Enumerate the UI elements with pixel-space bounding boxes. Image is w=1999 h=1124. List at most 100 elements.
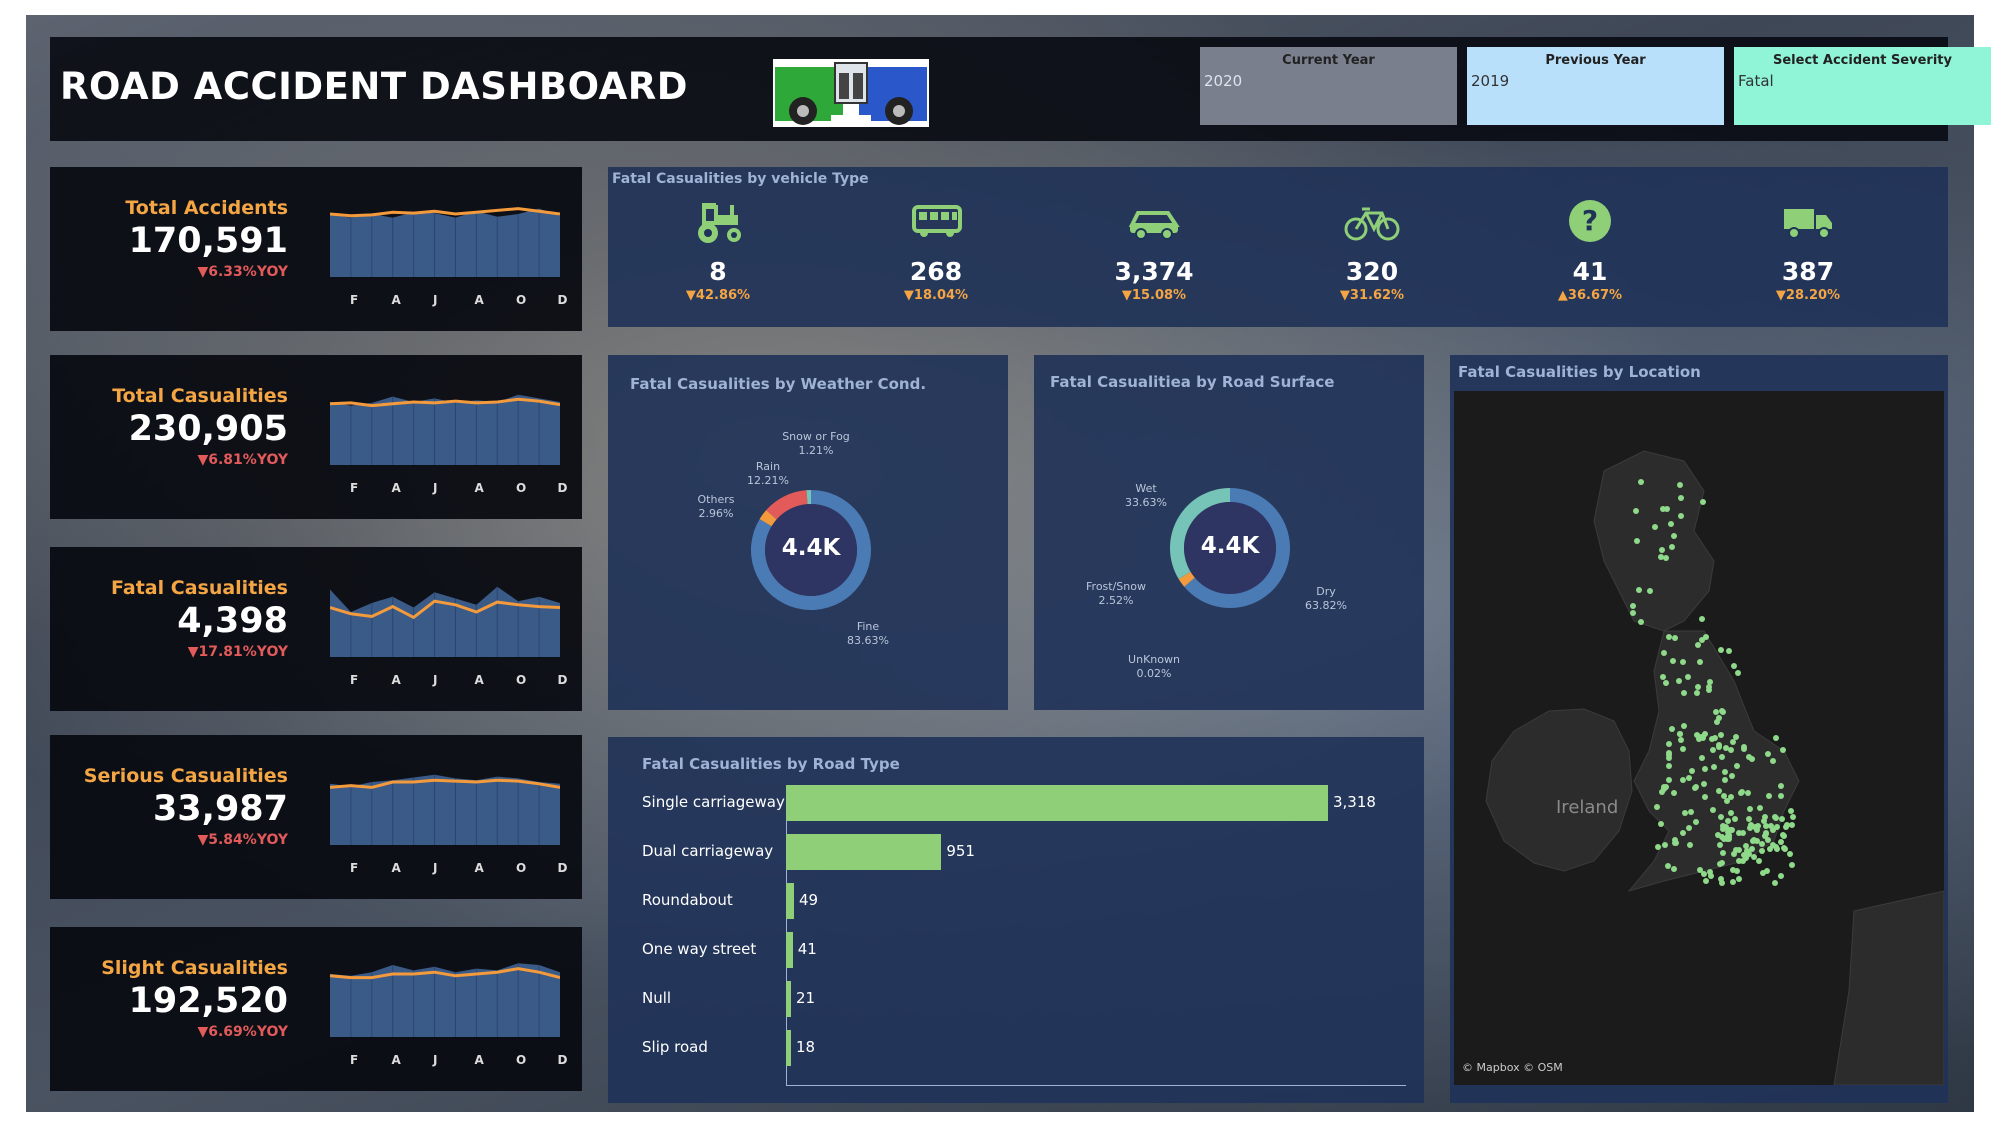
- month-label: F: [350, 481, 359, 495]
- kpi-yoy: ▼17.81%YOY: [187, 644, 288, 660]
- road-type-bar[interactable]: [786, 785, 1328, 821]
- road-type-value: 49: [799, 891, 819, 909]
- map-canvas[interactable]: Ireland © Mapbox © OSM: [1454, 391, 1944, 1085]
- location-map-title: Fatal Casualities by Location: [1458, 363, 1701, 381]
- month-label: A: [474, 293, 484, 307]
- map-point: [1660, 649, 1667, 656]
- month-label: A: [391, 481, 401, 495]
- month-label: J: [433, 481, 438, 495]
- kpi-text: Serious Casualities 33,987 ▼5.84%YOY: [84, 765, 288, 848]
- map-point: [1759, 869, 1766, 876]
- map-point: [1788, 862, 1795, 869]
- month-label: D: [557, 293, 568, 307]
- month-label: A: [391, 1053, 401, 1067]
- bicycle-icon: [1344, 207, 1400, 241]
- road-type-value: 21: [796, 989, 816, 1007]
- current-year-filter[interactable]: Current Year 2020: [1200, 47, 1457, 125]
- weather-label-snow: Snow or Fog 1.21%: [782, 430, 850, 457]
- previous-year-filter[interactable]: Previous Year 2019: [1467, 47, 1724, 125]
- month-label: D: [557, 861, 568, 875]
- map-point: [1708, 735, 1715, 742]
- kpi-text: Total Casualities 230,905 ▼6.81%YOY: [112, 385, 288, 468]
- map-point: [1680, 776, 1687, 783]
- month-label: O: [516, 293, 527, 307]
- map-point: [1740, 745, 1747, 752]
- map-point: [1633, 537, 1640, 544]
- weather-center-value: 4.4K: [781, 535, 841, 561]
- kpi-label: Total Casualities: [112, 385, 288, 407]
- map-point: [1684, 673, 1691, 680]
- weather-label-rain: Rain 12.21%: [747, 460, 789, 487]
- map-point: [1671, 532, 1678, 539]
- kpi-card-total-casualities: Total Casualities 230,905 ▼6.81%YOY F A J A O D: [50, 355, 582, 519]
- vehicle-change: ▼15.08%: [1121, 288, 1187, 303]
- filter-label: Current Year: [1282, 53, 1375, 68]
- kpi-label: Slight Casualities: [101, 957, 288, 979]
- road-type-label: Slip road: [642, 1038, 708, 1056]
- vehicle-change: ▼28.20%: [1775, 288, 1841, 303]
- map-point: [1652, 523, 1659, 530]
- map-point: [1664, 863, 1671, 870]
- kpi-sparkline: [330, 207, 560, 277]
- map-credit: © Mapbox © OSM: [1462, 1061, 1563, 1074]
- vehicle-value: 387: [1781, 257, 1835, 286]
- map-point: [1661, 783, 1668, 790]
- truck-icon: [1784, 209, 1832, 239]
- month-label: J: [433, 673, 438, 687]
- map-point: [1772, 815, 1779, 822]
- map-point: [1646, 588, 1653, 595]
- road-type-bar[interactable]: [786, 1030, 791, 1066]
- road-type-label: Null: [642, 989, 672, 1007]
- month-label: O: [516, 1053, 527, 1067]
- kpi-yoy: ▼6.69%YOY: [197, 1024, 288, 1040]
- map-point: [1665, 741, 1672, 748]
- map-point: [1670, 865, 1677, 872]
- vehicle-type-panel: Fatal Casualities by vehicle Type 8 ▼42.…: [608, 167, 1948, 327]
- road-type-bar[interactable]: [786, 932, 793, 968]
- map-point: [1756, 804, 1763, 811]
- map-point: [1721, 768, 1728, 775]
- map-point: [1657, 553, 1664, 560]
- logo-icon: [773, 59, 929, 127]
- weather-label-others: Others 2.96%: [697, 493, 735, 520]
- map-point: [1715, 787, 1722, 794]
- map-point: [1759, 840, 1766, 847]
- surface-label-dry: Dry 63.82%: [1305, 585, 1347, 612]
- map-point: [1659, 674, 1666, 681]
- map-point: [1671, 789, 1678, 796]
- map-point: [1692, 783, 1699, 790]
- kpi-sparkline: [330, 586, 560, 657]
- map-point: [1769, 826, 1776, 833]
- weather-panel: Fatal Casualities by Weather Cond. 4.4K …: [608, 355, 1008, 710]
- vehicle-change: ▲36.67%: [1557, 288, 1623, 303]
- map-point: [1718, 731, 1725, 738]
- kpi-yoy: ▼6.33%YOY: [197, 264, 288, 280]
- question-icon: ?: [1569, 200, 1611, 242]
- vehicle-value: 320: [1345, 257, 1399, 286]
- road-type-bar[interactable]: [786, 883, 794, 919]
- map-point: [1681, 689, 1688, 696]
- road-type-value: 18: [796, 1038, 816, 1056]
- road-type-label: Single carriageway: [642, 793, 785, 811]
- map-point: [1717, 841, 1724, 848]
- filter-label: Previous Year: [1545, 53, 1646, 68]
- month-label: O: [516, 481, 527, 495]
- kpi-text: Fatal Casualities 4,398 ▼17.81%YOY: [111, 577, 288, 660]
- month-label: A: [391, 861, 401, 875]
- kpi-sparkline: [330, 394, 560, 465]
- map-point: [1715, 714, 1722, 721]
- kpi-value: 170,591: [128, 221, 288, 261]
- map-point: [1665, 633, 1672, 640]
- map-point: [1746, 805, 1753, 812]
- accident-severity-filter[interactable]: Select Accident Severity Fatal: [1734, 47, 1991, 125]
- map-point: [1773, 845, 1780, 852]
- map-point: [1702, 877, 1709, 884]
- road-type-bar[interactable]: [786, 981, 791, 1017]
- road-type-label: Dual carriageway: [642, 842, 774, 860]
- map-point: [1698, 637, 1705, 644]
- vehicle-item-other: ? 41 ▲36.67%: [1510, 197, 1670, 303]
- current-year-area: [330, 586, 560, 657]
- road-type-bar[interactable]: [786, 834, 942, 870]
- map-label-ireland: Ireland: [1556, 797, 1618, 818]
- map-point: [1637, 618, 1644, 625]
